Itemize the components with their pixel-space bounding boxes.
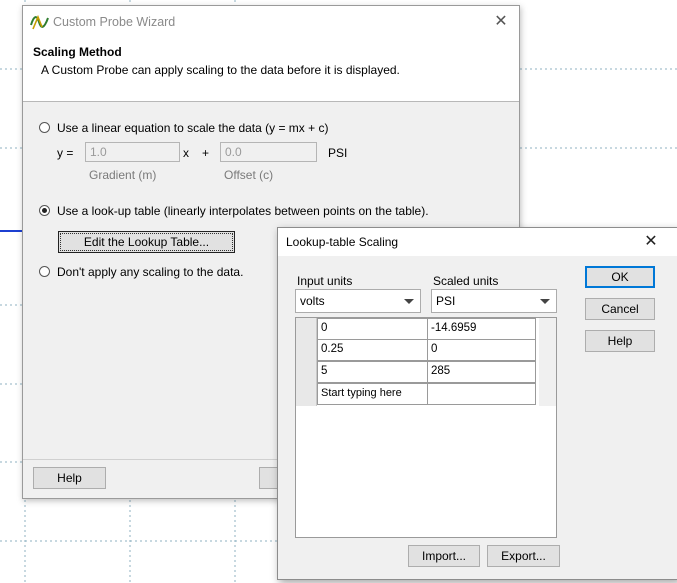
offset-input[interactable]: 0.0 xyxy=(220,142,317,162)
wizard-help-button[interactable]: Help xyxy=(33,467,106,489)
wizard-heading: Scaling Method xyxy=(33,45,122,59)
equation-x-label: x xyxy=(183,146,189,160)
wizard-header: Scaling Method A Custom Probe can apply … xyxy=(23,38,519,102)
cancel-button[interactable]: Cancel xyxy=(585,298,655,320)
lookup-table-dialog: Lookup-table Scaling ✕ Input units Scale… xyxy=(277,227,677,580)
table-cell-input[interactable]: 0 xyxy=(317,318,428,340)
table-cell-input[interactable]: 0.25 xyxy=(317,339,428,361)
table-cell-input-new[interactable]: Start typing here xyxy=(317,383,428,405)
grid-scrollbar-strip xyxy=(539,318,556,406)
unit-label: PSI xyxy=(328,146,348,160)
input-units-value: volts xyxy=(300,294,325,308)
chevron-down-icon xyxy=(540,299,550,304)
table-cell-scaled[interactable]: 285 xyxy=(427,361,536,383)
input-units-label: Input units xyxy=(297,274,353,288)
wizard-title: Custom Probe Wizard xyxy=(53,15,176,29)
app-logo-icon xyxy=(30,14,49,30)
radio-linear[interactable] xyxy=(39,122,50,133)
help-button[interactable]: Help xyxy=(585,330,655,352)
option-linear-label: Use a linear equation to scale the data … xyxy=(57,121,329,135)
option-lookup-label: Use a look-up table (linearly interpolat… xyxy=(57,204,429,218)
equation-plus-label: + xyxy=(202,146,210,160)
ok-button[interactable]: OK xyxy=(585,266,655,288)
lookup-titlebar: Lookup-table Scaling ✕ xyxy=(278,228,677,256)
lookup-title: Lookup-table Scaling xyxy=(286,235,399,249)
lookup-close-icon[interactable]: ✕ xyxy=(641,231,661,253)
lookup-table-grid: 0 -14.6959 0.25 0 5 285 Start typing her… xyxy=(295,317,557,538)
table-cell-scaled[interactable]: 0 xyxy=(427,339,536,361)
option-none-label: Don't apply any scaling to the data. xyxy=(57,265,244,279)
radio-lookup[interactable] xyxy=(39,205,50,216)
wizard-description: A Custom Probe can apply scaling to the … xyxy=(41,63,400,77)
wizard-titlebar: Custom Probe Wizard ✕ xyxy=(23,6,519,38)
wizard-close-icon[interactable]: ✕ xyxy=(491,12,511,32)
table-cell-input[interactable]: 5 xyxy=(317,361,428,383)
radio-none[interactable] xyxy=(39,266,50,277)
edit-lookup-table-button[interactable]: Edit the Lookup Table... xyxy=(58,231,235,253)
table-cell-scaled-new[interactable] xyxy=(427,383,536,405)
scaled-units-label: Scaled units xyxy=(433,274,499,288)
chevron-down-icon xyxy=(404,299,414,304)
export-button[interactable]: Export... xyxy=(487,545,560,567)
input-units-select[interactable]: volts xyxy=(295,289,421,313)
row-header-gutter xyxy=(296,318,317,406)
scaled-units-value: PSI xyxy=(436,294,456,308)
scaled-units-select[interactable]: PSI xyxy=(431,289,557,313)
import-button[interactable]: Import... xyxy=(408,545,480,567)
gradient-label: Gradient (m) xyxy=(89,168,157,182)
gradient-input[interactable]: 1.0 xyxy=(85,142,180,162)
equation-y-label: y = xyxy=(57,146,74,160)
offset-label: Offset (c) xyxy=(224,168,274,182)
table-cell-scaled[interactable]: -14.6959 xyxy=(427,318,536,340)
